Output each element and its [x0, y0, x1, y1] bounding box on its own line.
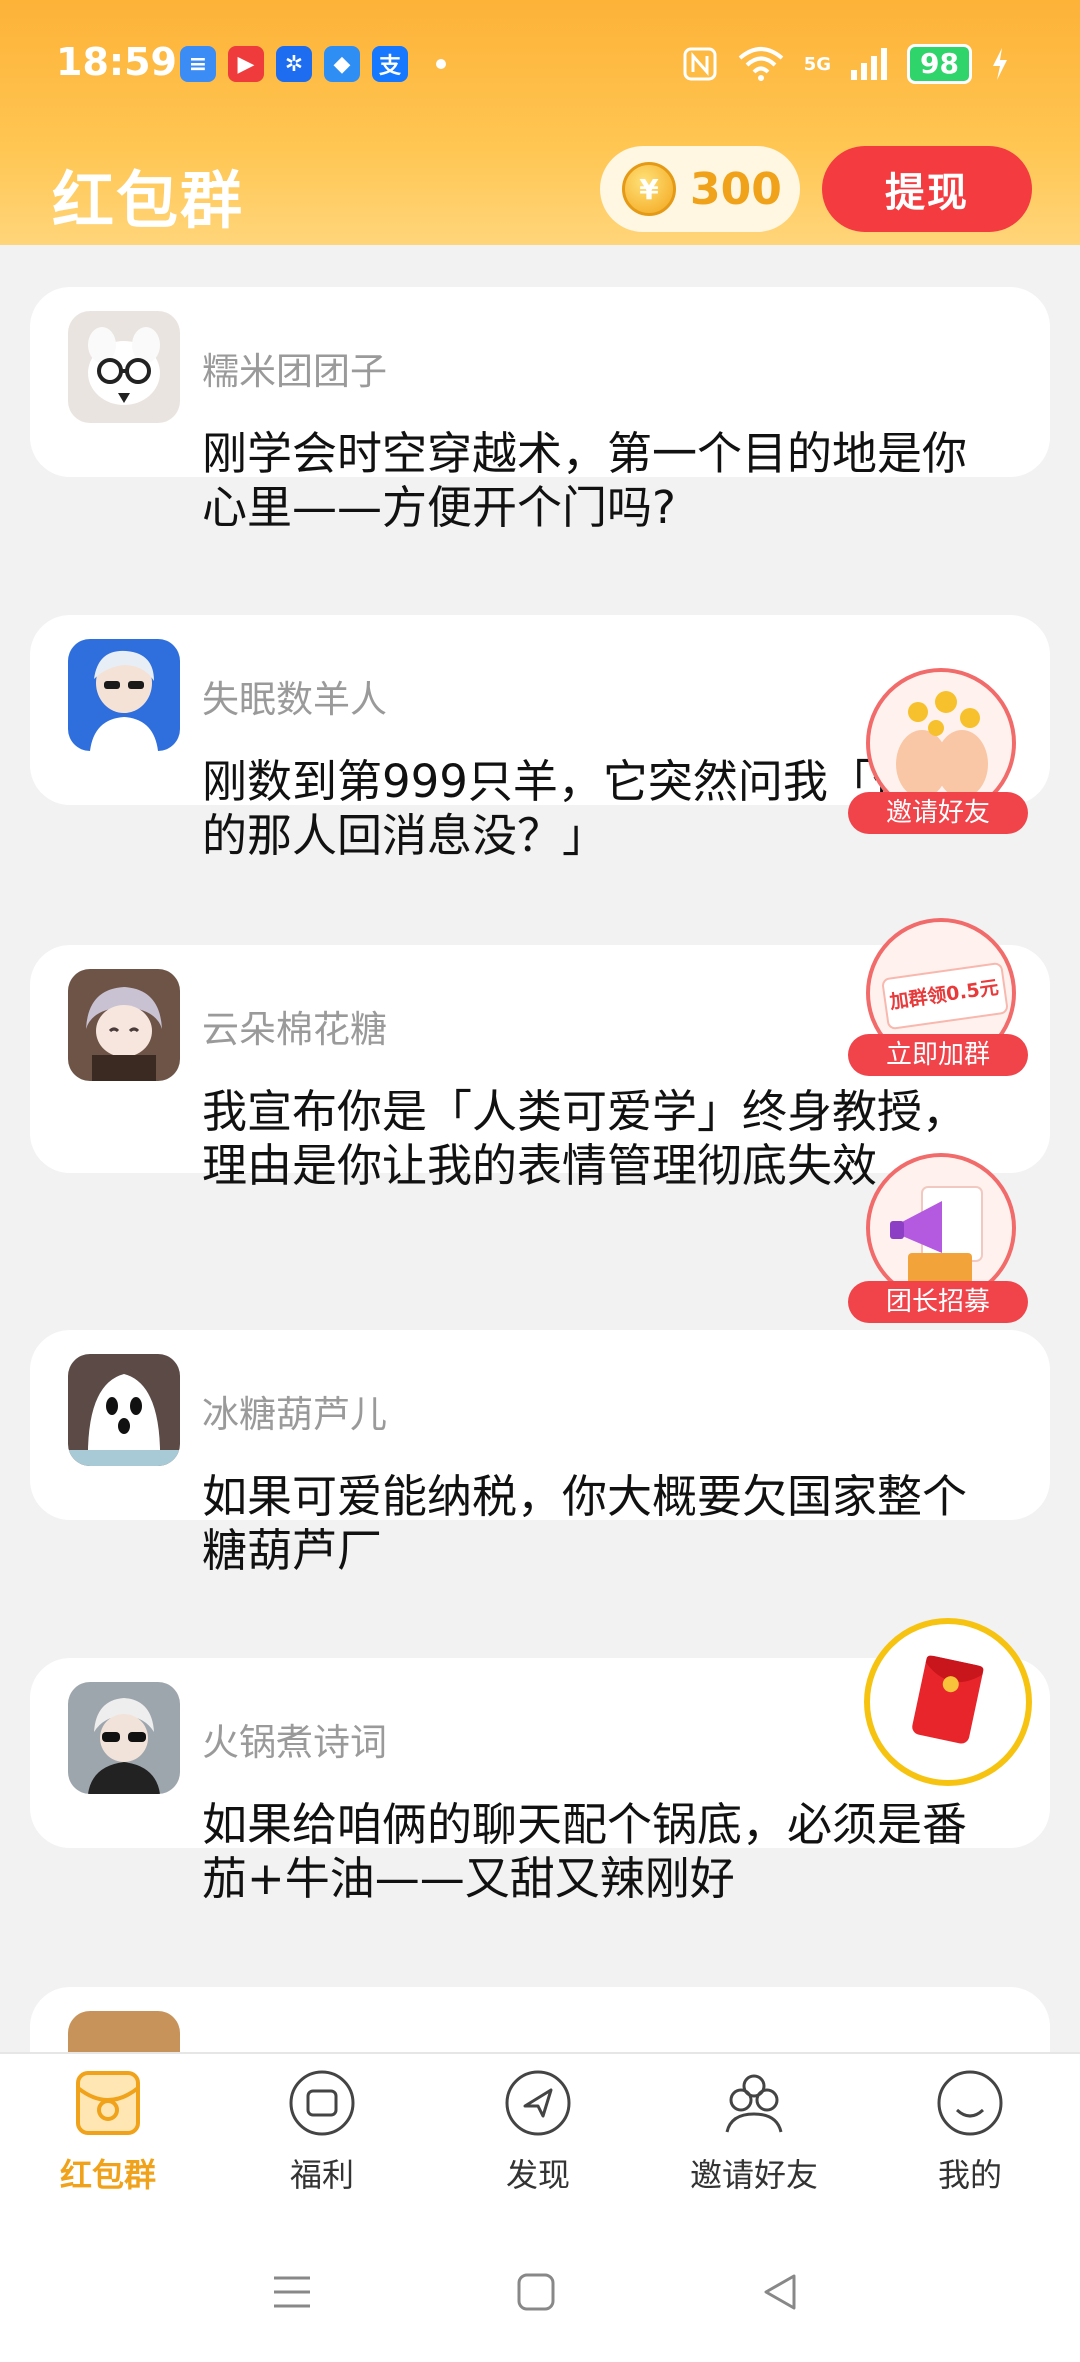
profile-icon	[937, 2070, 1003, 2136]
recruit-leader-label[interactable]: 团长招募	[848, 1281, 1028, 1323]
welfare-icon	[289, 2070, 355, 2136]
avatar[interactable]	[68, 1682, 180, 1794]
invite-friends-widget[interactable]: 邀请好友	[848, 668, 1028, 838]
nav-tab-welfare[interactable]: 福利	[222, 2068, 422, 2196]
system-navigation-bar	[0, 2228, 1080, 2362]
join-group-widget[interactable]: 加群领0.5元 立即加群	[848, 918, 1028, 1078]
nav-label: 邀请好友	[689, 2156, 818, 2194]
sender-name: 冰糖葫芦儿	[202, 1393, 387, 1436]
message-feed[interactable]: 糯米团团子 刚学会时空穿越术，第一个目的地是你心里——方便开个门吗? 失眠数羊人…	[0, 245, 1080, 2052]
avatar[interactable]	[68, 969, 180, 1081]
browser-app-icon: ◆	[324, 46, 360, 82]
message-text: 刚学会时空穿越术，第一个目的地是你心里——方便开个门吗?	[202, 427, 968, 534]
status-time: 18:59	[56, 40, 177, 84]
app-header: 18:59 ≡ ▶ ✲ ◆ 支 5G 98 红包群 ¥ 300 提现	[0, 0, 1080, 245]
video-app-icon: ▶	[228, 46, 264, 82]
signal-icon	[851, 48, 888, 80]
network-type-label: 5G	[803, 53, 832, 75]
avatar[interactable]	[68, 311, 180, 423]
coin-balance[interactable]: ¥ 300	[600, 146, 800, 232]
home-icon[interactable]	[516, 2272, 556, 2312]
message-text: 如果给咱俩的聊天配个锅底，必须是番茄+牛油——又甜又辣刚好	[202, 1798, 968, 1905]
join-group-label[interactable]: 立即加群	[848, 1034, 1028, 1076]
sender-name: 糯米团团子	[202, 350, 387, 393]
nav-tab-invite-friends[interactable]: 邀请好友	[654, 2068, 854, 2196]
message-app-icon: ≡	[180, 46, 216, 82]
message-card[interactable]: 冰糖葫芦儿 如果可爱能纳税，你大概要欠国家整个糖葫芦厂	[30, 1330, 1050, 1577]
nav-label: 福利	[289, 2156, 354, 2194]
notification-icons: ≡ ▶ ✲ ◆ 支	[180, 46, 446, 82]
menu-icon[interactable]	[272, 2272, 312, 2312]
charging-icon	[993, 48, 1007, 80]
status-indicators: 5G 98	[682, 44, 1010, 84]
coin-icon: ¥	[622, 162, 676, 216]
pinwheel-app-icon: ✲	[276, 46, 312, 82]
bottom-navigation: 红包群 福利 发现 邀请好友 我的	[0, 2052, 1080, 2229]
red-packet-icon	[912, 1655, 984, 1744]
message-card[interactable]: 糯米团团子 刚学会时空穿越术，第一个目的地是你心里——方便开个门吗?	[30, 287, 1050, 534]
nav-label: 发现	[505, 2156, 570, 2194]
avatar[interactable]	[68, 639, 180, 751]
message-card[interactable]	[30, 1987, 1050, 2052]
nav-tab-red-packet-group[interactable]: 红包群	[8, 2068, 208, 2196]
discover-icon	[505, 2070, 571, 2136]
back-icon[interactable]	[760, 2272, 800, 2312]
page-title: 红包群	[52, 164, 245, 237]
red-packet-icon	[76, 2071, 140, 2135]
nav-tab-discover[interactable]: 发现	[438, 2068, 638, 2196]
invite-friends-label[interactable]: 邀请好友	[848, 792, 1028, 834]
avatar[interactable]	[68, 1354, 180, 1466]
wifi-icon	[738, 47, 784, 81]
sender-name: 失眠数羊人	[202, 678, 387, 721]
battery-indicator: 98	[907, 44, 972, 84]
nav-label: 红包群	[59, 2156, 156, 2194]
nfc-icon	[683, 47, 717, 81]
withdraw-button[interactable]: 提现	[822, 146, 1032, 232]
message-text: 如果可爱能纳税，你大概要欠国家整个糖葫芦厂	[202, 1470, 968, 1577]
invite-friends-icon	[725, 2074, 783, 2133]
recruit-leader-widget[interactable]: 团长招募	[848, 1153, 1028, 1333]
nav-label: 我的	[937, 2156, 1002, 2194]
coin-balance-value: 300	[690, 163, 782, 215]
red-packet-widget[interactable]	[864, 1618, 1032, 1786]
avatar[interactable]	[68, 2011, 180, 2052]
status-bar: 18:59 ≡ ▶ ✲ ◆ 支 5G 98	[0, 0, 1080, 130]
sender-name: 云朵棉花糖	[202, 1008, 387, 1051]
alipay-app-icon: 支	[372, 46, 408, 82]
more-notifications-dot	[436, 59, 446, 69]
nav-tab-profile[interactable]: 我的	[870, 2068, 1070, 2196]
sender-name: 火锅煮诗词	[202, 1721, 387, 1764]
